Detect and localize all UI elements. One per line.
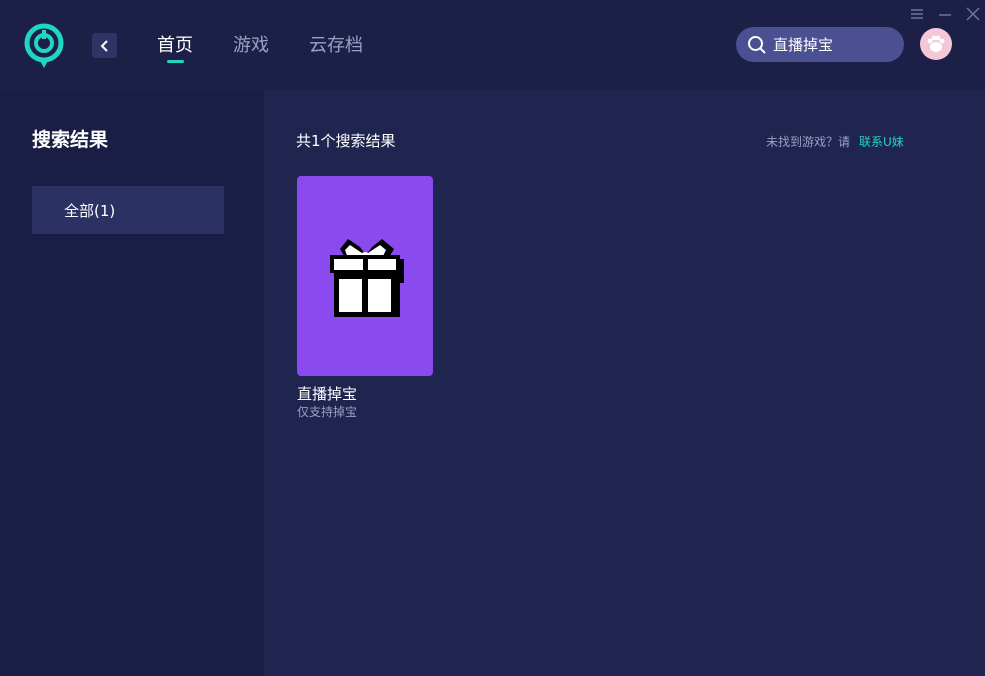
tab-cloud-saves[interactable]: 云存档 — [309, 34, 363, 58]
main-content: 共1个搜索结果 未找到游戏？请 联系U妹 直播掉宝 仅支持掉宝 — [264, 90, 985, 676]
paw-avatar-icon — [924, 32, 948, 56]
sidebar-title: 搜索结果 — [32, 129, 109, 151]
top-bar: 首页 游戏 云存档 — [0, 0, 985, 90]
avatar[interactable] — [920, 28, 952, 60]
tab-home[interactable]: 首页 — [157, 34, 193, 63]
game-card[interactable]: 直播掉宝 仅支持掉宝 — [297, 176, 433, 420]
sidebar-item-label: 全部(1) — [64, 201, 116, 220]
gift-icon — [330, 239, 404, 317]
card-subtitle: 仅支持掉宝 — [297, 405, 358, 419]
search-icon[interactable] — [747, 35, 767, 55]
close-icon[interactable] — [964, 6, 982, 22]
card-title[interactable]: 直播掉宝 — [297, 384, 433, 404]
search-box[interactable] — [736, 27, 904, 62]
back-button[interactable] — [92, 33, 117, 58]
main-nav: 首页 游戏 云存档 — [157, 34, 403, 63]
search-input[interactable] — [773, 35, 893, 54]
minimize-icon[interactable] — [936, 6, 954, 22]
app-logo-icon[interactable] — [22, 22, 66, 70]
sidebar-item-all[interactable]: 全部(1) — [32, 186, 224, 234]
card-cover[interactable] — [297, 176, 433, 376]
menu-icon[interactable] — [908, 6, 926, 22]
sidebar: 搜索结果 全部(1) — [0, 90, 264, 676]
result-count: 共1个搜索结果 — [296, 132, 396, 150]
chevron-left-icon — [100, 39, 108, 52]
not-found-text: 未找到游戏？请 — [766, 135, 851, 149]
contact-support-link[interactable]: 联系U妹 — [859, 133, 904, 150]
tab-games[interactable]: 游戏 — [233, 34, 269, 58]
